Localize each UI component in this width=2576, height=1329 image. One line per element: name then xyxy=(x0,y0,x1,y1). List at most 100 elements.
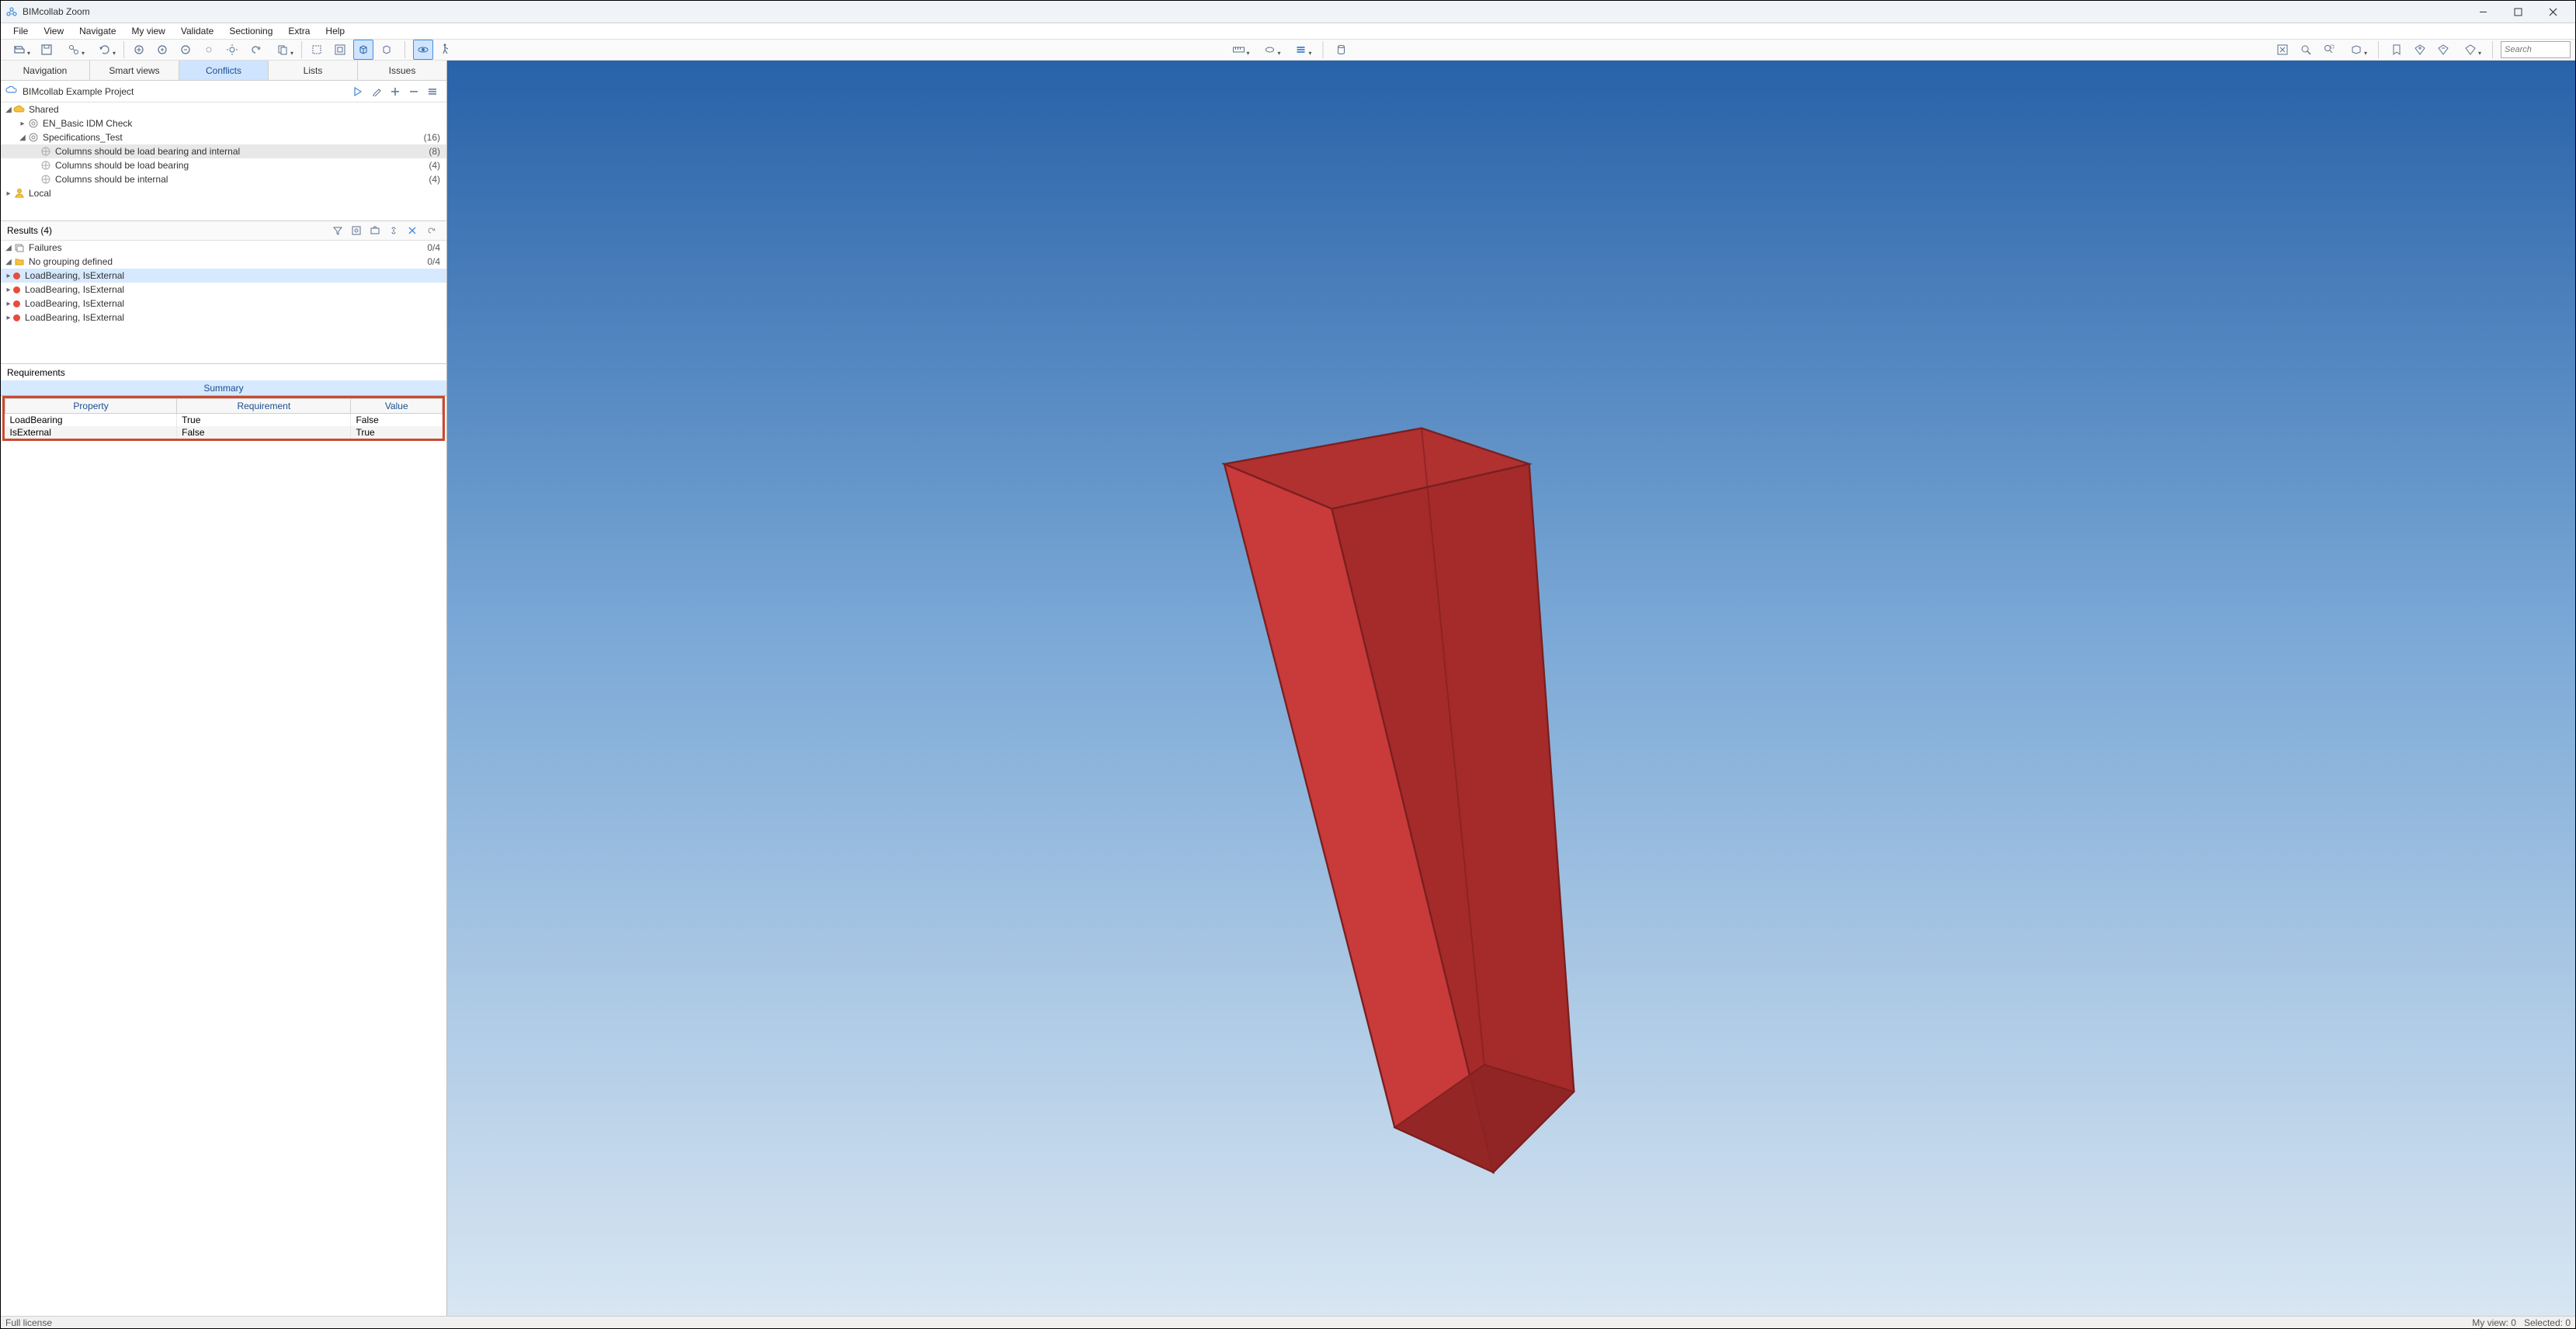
play-icon[interactable] xyxy=(349,82,367,101)
expander-icon[interactable]: ▸ xyxy=(4,272,13,280)
license-label: Full license xyxy=(5,1317,52,1328)
menu-myview[interactable]: My view xyxy=(126,23,172,39)
3d-viewport[interactable] xyxy=(447,61,2575,1316)
chain-icon[interactable] xyxy=(384,221,403,240)
menu-help[interactable]: Help xyxy=(319,23,351,39)
menu-file[interactable]: File xyxy=(7,23,34,39)
expander-icon[interactable]: ▸ xyxy=(18,120,27,128)
table-row[interactable]: IsExternal False True xyxy=(5,426,443,439)
tree-node-shared[interactable]: ◢ Shared xyxy=(1,102,446,116)
filter-icon[interactable] xyxy=(328,221,347,240)
magnify-icon[interactable] xyxy=(2296,40,2316,60)
ellipse-icon[interactable] xyxy=(1256,40,1284,60)
tree-node-spec[interactable]: ◢ Specifications_Test (16) xyxy=(1,130,446,144)
col-requirement[interactable]: Requirement xyxy=(177,399,351,414)
sun-outline-icon[interactable] xyxy=(199,40,219,60)
tree-node-local[interactable]: ▸ Local xyxy=(1,186,446,200)
expander-icon[interactable]: ◢ xyxy=(4,106,13,114)
remove-icon[interactable] xyxy=(404,82,423,101)
measure-icon[interactable] xyxy=(1225,40,1253,60)
panel-tabs: Navigation Smart views Conflicts Lists I… xyxy=(1,61,446,81)
undo-icon[interactable] xyxy=(245,40,266,60)
results-node-failures[interactable]: ◢ Failures 0/4 xyxy=(1,241,446,255)
tag-add-icon[interactable] xyxy=(2410,40,2430,60)
results-item-0[interactable]: ▸ LoadBearing, IsExternal xyxy=(1,269,446,283)
walk-icon[interactable] xyxy=(436,40,457,60)
target-icon xyxy=(40,159,52,172)
cylinder-icon[interactable] xyxy=(1331,40,1352,60)
tree-node-spec-child-2[interactable]: Columns should be internal (4) xyxy=(1,172,446,186)
tag-remove-icon[interactable] xyxy=(2433,40,2453,60)
tree-node-idm[interactable]: ▸ EN_Basic IDM Check xyxy=(1,116,446,130)
copy-icon[interactable] xyxy=(269,40,297,60)
project-header: BIMcollab Example Project xyxy=(1,81,446,102)
maximize-button[interactable] xyxy=(2501,1,2536,23)
tab-smart-views[interactable]: Smart views xyxy=(90,61,179,80)
menu-validate[interactable]: Validate xyxy=(175,23,220,39)
minimize-button[interactable] xyxy=(2466,1,2501,23)
target-icon xyxy=(40,145,52,158)
table-row[interactable]: LoadBearing True False xyxy=(5,414,443,427)
tag-icon[interactable] xyxy=(2456,40,2484,60)
results-item-2[interactable]: ▸ LoadBearing, IsExternal xyxy=(1,297,446,311)
tab-issues[interactable]: Issues xyxy=(358,61,446,80)
col-property[interactable]: Property xyxy=(5,399,177,414)
bookmark-icon[interactable] xyxy=(2387,40,2407,60)
camera-icon[interactable] xyxy=(366,221,384,240)
edit-icon[interactable] xyxy=(367,82,386,101)
col-value[interactable]: Value xyxy=(351,399,443,414)
refresh-icon[interactable] xyxy=(91,40,119,60)
target-icon xyxy=(40,173,52,186)
tab-navigation[interactable]: Navigation xyxy=(1,61,90,80)
cube-wire-icon[interactable] xyxy=(377,40,397,60)
cloud-yellow-icon xyxy=(13,103,26,116)
undo-mini-icon[interactable] xyxy=(422,221,440,240)
zoom-in-icon[interactable] xyxy=(152,40,172,60)
cube-solid-icon[interactable] xyxy=(353,40,373,60)
results-node-nogroup[interactable]: ◢ No grouping defined 0/4 xyxy=(1,255,446,269)
save-icon[interactable] xyxy=(36,40,57,60)
close-x-icon[interactable] xyxy=(403,221,422,240)
results-item-3[interactable]: ▸ LoadBearing, IsExternal xyxy=(1,311,446,324)
target-icon xyxy=(27,117,40,130)
orbit-icon[interactable] xyxy=(413,40,433,60)
requirements-table-highlight: Property Requirement Value LoadBearing T… xyxy=(2,396,445,441)
tree-node-spec-child-0[interactable]: Columns should be load bearing and inter… xyxy=(1,144,446,158)
add-icon[interactable] xyxy=(386,82,404,101)
expander-icon[interactable]: ▸ xyxy=(4,314,13,322)
summary-tab[interactable]: Summary xyxy=(1,380,446,396)
search-input[interactable] xyxy=(2501,41,2571,58)
results-item-1[interactable]: ▸ LoadBearing, IsExternal xyxy=(1,283,446,297)
expander-icon[interactable]: ◢ xyxy=(4,258,13,266)
box-inner-icon[interactable] xyxy=(330,40,350,60)
expander-icon[interactable]: ◢ xyxy=(18,134,27,142)
menu-extra[interactable]: Extra xyxy=(282,23,316,39)
expander-icon[interactable]: ▸ xyxy=(4,189,13,198)
tree-node-spec-child-1[interactable]: Columns should be load bearing (4) xyxy=(1,158,446,172)
fail-dot-icon xyxy=(13,300,20,307)
expander-icon[interactable]: ◢ xyxy=(4,244,13,252)
tab-lists[interactable]: Lists xyxy=(269,61,358,80)
tab-conflicts[interactable]: Conflicts xyxy=(179,61,269,80)
lines-icon[interactable] xyxy=(1287,40,1315,60)
target-icon xyxy=(27,131,40,144)
box-dashed-icon[interactable] xyxy=(307,40,327,60)
menu-view[interactable]: View xyxy=(37,23,70,39)
magnify-area-icon[interactable] xyxy=(2319,40,2339,60)
close-button[interactable] xyxy=(2536,1,2571,23)
link-icon[interactable] xyxy=(60,40,88,60)
section-box-icon[interactable] xyxy=(2342,40,2370,60)
zoom-fit-icon[interactable] xyxy=(129,40,149,60)
fit-screen-icon[interactable] xyxy=(2272,40,2293,60)
open-icon[interactable] xyxy=(5,40,33,60)
zoom-out-icon[interactable] xyxy=(175,40,196,60)
expander-icon[interactable]: ▸ xyxy=(4,300,13,308)
menu-sectioning[interactable]: Sectioning xyxy=(223,23,279,39)
frame-icon[interactable] xyxy=(347,221,366,240)
person-icon xyxy=(13,187,26,200)
menu-navigate[interactable]: Navigate xyxy=(73,23,122,39)
menu-icon[interactable] xyxy=(423,82,442,101)
expander-icon[interactable]: ▸ xyxy=(4,286,13,294)
sun-icon[interactable] xyxy=(222,40,242,60)
conflicts-tree: ◢ Shared ▸ EN_Basic IDM Check ◢ Specific… xyxy=(1,102,446,200)
